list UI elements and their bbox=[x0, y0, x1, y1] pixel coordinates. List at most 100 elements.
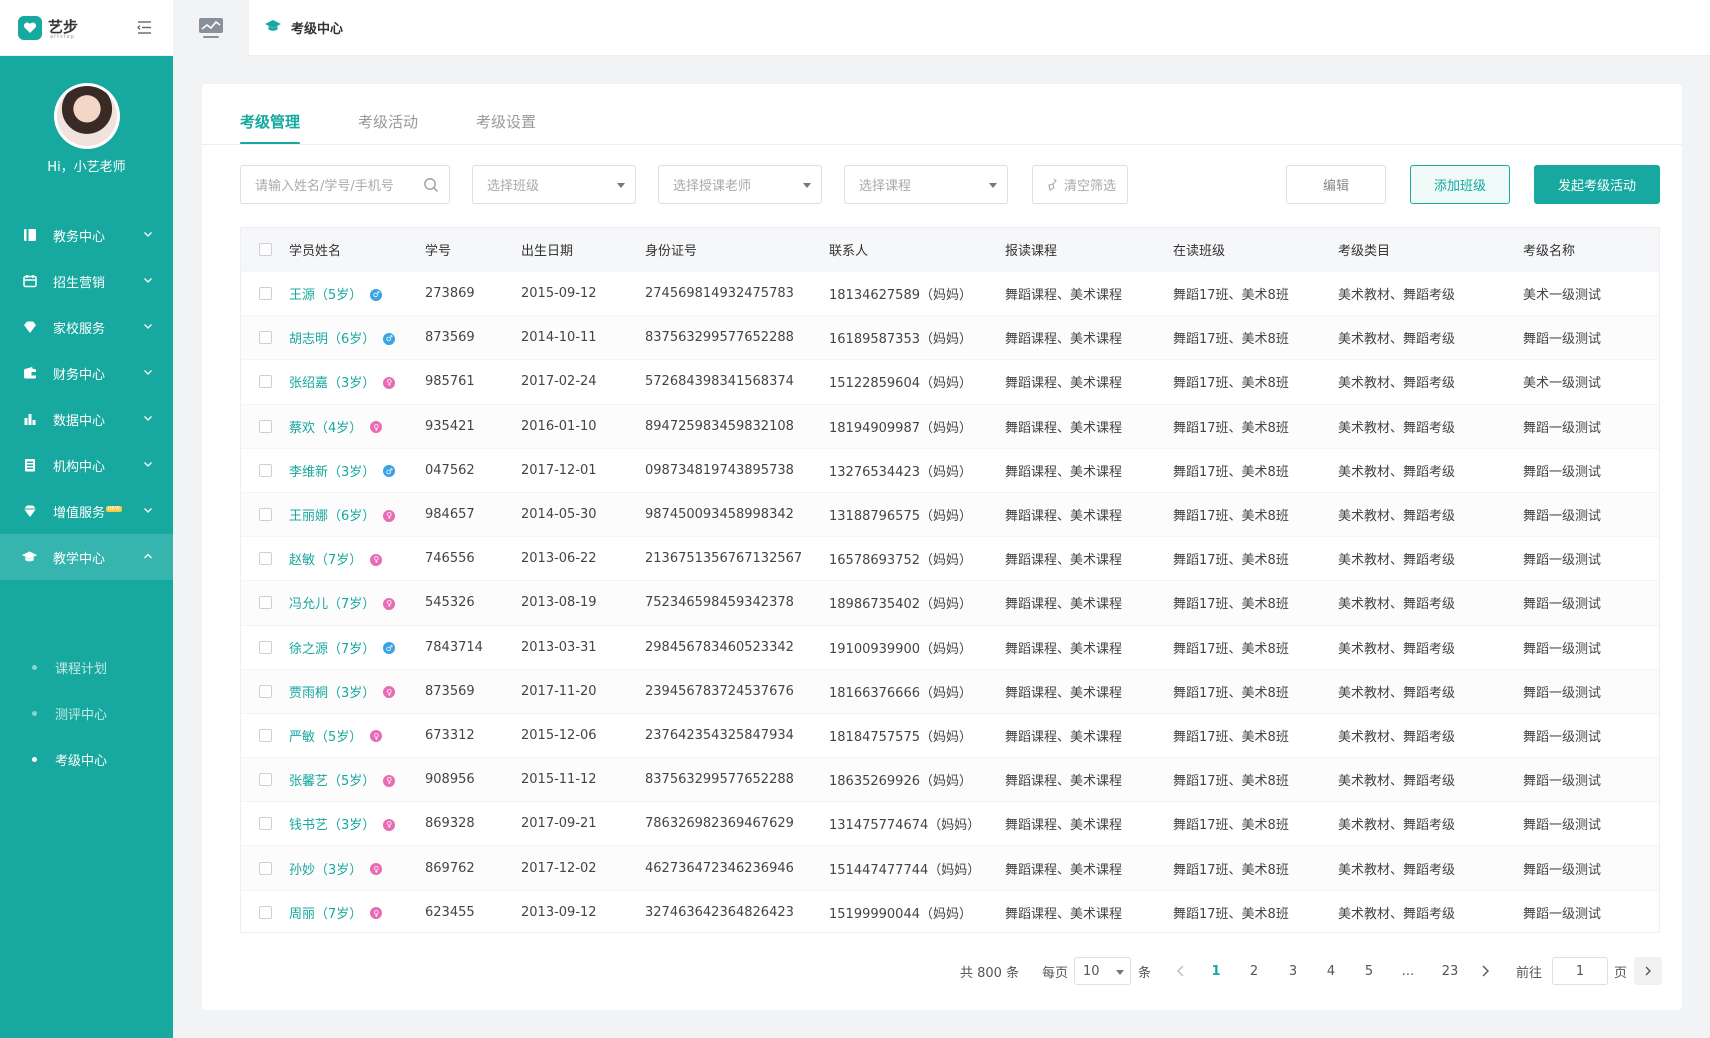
row-checkbox[interactable] bbox=[259, 861, 272, 875]
col-student-name-cell[interactable]: 胡志明（6岁） ♂ bbox=[289, 328, 396, 347]
page-number[interactable]: 4 bbox=[1319, 956, 1343, 986]
add-class-button[interactable]: 添加班级 bbox=[1410, 165, 1510, 204]
col-student-name-cell[interactable]: 周丽（7岁） ♀ bbox=[289, 903, 383, 922]
page-number[interactable]: 1 bbox=[1204, 956, 1228, 986]
table-row[interactable]: 周丽（7岁） ♀ 623455 2013-09-12 32746364236482642… bbox=[241, 889, 1659, 932]
sidebar-subitem-2[interactable]: 考级中心 bbox=[0, 736, 173, 782]
prev-page-icon[interactable] bbox=[1176, 964, 1186, 978]
row-checkbox[interactable] bbox=[259, 817, 272, 831]
col-student-name-cell[interactable]: 王丽娜（6岁） ♀ bbox=[289, 505, 396, 524]
student-name-link[interactable]: 王源（5岁） bbox=[289, 288, 362, 303]
sidebar-item-5[interactable]: 机构中心 bbox=[0, 442, 173, 488]
select-all-checkbox[interactable] bbox=[259, 243, 272, 256]
table-row[interactable]: 蔡欢（4岁） ♀ 935421 2016-01-10 89472598345983210… bbox=[241, 403, 1659, 448]
goto-button[interactable] bbox=[1634, 957, 1662, 985]
clear-filters-button[interactable]: 清空筛选 bbox=[1032, 165, 1128, 204]
next-page-icon[interactable] bbox=[1480, 964, 1490, 978]
table-row[interactable]: 贾雨桐（3岁） ♀ 873569 2017-11-20 2394567837245376… bbox=[241, 668, 1659, 713]
row-checkbox[interactable] bbox=[259, 552, 272, 566]
page-number[interactable]: 2 bbox=[1242, 956, 1266, 986]
edit-button[interactable]: 编辑 bbox=[1286, 165, 1386, 204]
sidebar-item-4[interactable]: 数据中心 bbox=[0, 396, 173, 442]
col-student-name-cell[interactable]: 赵敏（7岁） ♀ bbox=[289, 549, 383, 568]
start-exam-button[interactable]: 发起考级活动 bbox=[1534, 165, 1660, 204]
col-student-name-cell[interactable]: 贾雨桐（3岁） ♀ bbox=[289, 682, 396, 701]
menu-collapse-icon[interactable] bbox=[136, 19, 153, 36]
student-name-link[interactable]: 王丽娜（6岁） bbox=[289, 509, 375, 524]
student-name-link[interactable]: 严敏（5岁） bbox=[289, 730, 362, 745]
tab-exam-management[interactable]: 考级管理 bbox=[240, 111, 301, 145]
row-checkbox[interactable] bbox=[259, 728, 272, 742]
col-student-name-cell[interactable]: 张绍嘉（3岁） ♀ bbox=[289, 372, 396, 391]
student-name-link[interactable]: 赵敏（7岁） bbox=[289, 553, 362, 568]
col-student-name-cell[interactable]: 蔡欢（4岁） ♀ bbox=[289, 417, 383, 436]
table-row[interactable]: 王源（5岁） ♂ 273869 2015-09-12 27456981493247578… bbox=[241, 271, 1659, 315]
table-row[interactable]: 张馨艺（5岁） ♀ 908956 2015-11-12 8375632995776522… bbox=[241, 757, 1659, 802]
col-student-name-cell[interactable]: 严敏（5岁） ♀ bbox=[289, 726, 383, 745]
tab-exam-settings[interactable]: 考级设置 bbox=[476, 111, 536, 145]
search-input[interactable]: 请输入姓名/学号/手机号 bbox=[240, 165, 450, 204]
sidebar-item-3[interactable]: 财务中心 bbox=[0, 350, 173, 396]
student-name-link[interactable]: 徐之源（7岁） bbox=[289, 642, 375, 657]
table-row[interactable]: 李维新（3岁） ♂ 047562 2017-12-01 0987348197438957… bbox=[241, 447, 1659, 492]
row-checkbox[interactable] bbox=[259, 640, 272, 654]
row-checkbox[interactable] bbox=[259, 508, 272, 522]
page-number[interactable]: 23 bbox=[1435, 956, 1465, 986]
sidebar-item-2[interactable]: 家校服务 bbox=[0, 304, 173, 350]
sidebar-item-6[interactable]: 增值服务 NEW bbox=[0, 488, 173, 534]
student-name-link[interactable]: 冯允儿（7岁） bbox=[289, 597, 375, 612]
sidebar-subitem-1[interactable]: 测评中心 bbox=[0, 690, 173, 736]
col-student-name-cell[interactable]: 孙妙（3岁） ♀ bbox=[289, 859, 383, 878]
row-checkbox[interactable] bbox=[259, 331, 272, 345]
row-checkbox[interactable] bbox=[259, 375, 272, 389]
col-student-name-cell[interactable]: 徐之源（7岁） ♂ bbox=[289, 638, 396, 657]
row-checkbox[interactable] bbox=[259, 596, 272, 610]
table-row[interactable]: 徐之源（7岁） ♂ 7843714 2013-03-31 298456783460523… bbox=[241, 624, 1659, 669]
sidebar-item-1[interactable]: 招生营销 bbox=[0, 258, 173, 304]
student-name-link[interactable]: 孙妙（3岁） bbox=[289, 863, 362, 878]
col-student-name-cell[interactable]: 王源（5岁） ♂ bbox=[289, 284, 383, 303]
student-name-link[interactable]: 李维新（3岁） bbox=[289, 465, 375, 480]
col-student-name-cell[interactable]: 李维新（3岁） ♂ bbox=[289, 461, 396, 480]
chevron-down-icon bbox=[144, 462, 152, 467]
tab-exam-activity[interactable]: 考级活动 bbox=[358, 111, 418, 145]
table-row[interactable]: 胡志明（6岁） ♂ 873569 2014-10-11 8375632995776522… bbox=[241, 315, 1659, 360]
row-checkbox[interactable] bbox=[259, 684, 272, 698]
row-checkbox[interactable] bbox=[259, 773, 272, 787]
teacher-select[interactable]: 选择授课老师 bbox=[658, 165, 822, 204]
student-name-link[interactable]: 钱书艺（3岁） bbox=[289, 818, 375, 833]
sidebar-item-0[interactable]: 教务中心 bbox=[0, 212, 173, 258]
search-icon[interactable] bbox=[423, 177, 439, 193]
col-student-name-cell[interactable]: 钱书艺（3岁） ♀ bbox=[289, 814, 396, 833]
page-number[interactable]: 3 bbox=[1281, 956, 1305, 986]
row-checkbox[interactable] bbox=[259, 287, 272, 301]
row-checkbox[interactable] bbox=[259, 419, 272, 433]
table-row[interactable]: 孙妙（3岁） ♀ 869762 2017-12-02 46273647234623694… bbox=[241, 845, 1659, 890]
col-student-name-cell[interactable]: 冯允儿（7岁） ♀ bbox=[289, 593, 396, 612]
class-select[interactable]: 选择班级 bbox=[472, 165, 636, 204]
student-name-link[interactable]: 张馨艺（5岁） bbox=[289, 774, 375, 789]
sidebar-subitem-0[interactable]: 课程计划 bbox=[0, 644, 173, 690]
page-size-select[interactable]: 10 bbox=[1074, 957, 1131, 985]
student-name-link[interactable]: 张绍嘉（3岁） bbox=[289, 376, 375, 391]
row-checkbox[interactable] bbox=[259, 905, 272, 919]
sidebar-item-7[interactable]: 教学中心 bbox=[0, 534, 173, 580]
brand[interactable]: 艺步 artstep bbox=[0, 0, 173, 56]
course-select[interactable]: 选择课程 bbox=[844, 165, 1008, 204]
table-row[interactable]: 严敏（5岁） ♀ 673312 2015-12-06 23764235432584793… bbox=[241, 712, 1659, 757]
table-row[interactable]: 钱书艺（3岁） ♀ 869328 2017-09-21 7863269823694676… bbox=[241, 801, 1659, 845]
row-checkbox[interactable] bbox=[259, 463, 272, 477]
student-name-link[interactable]: 胡志明（6岁） bbox=[289, 332, 375, 347]
student-name-link[interactable]: 贾雨桐（3岁） bbox=[289, 686, 375, 701]
table-row[interactable]: 赵敏（7岁） ♀ 746556 2013-06-22 21367513567671325… bbox=[241, 536, 1659, 580]
avatar[interactable] bbox=[54, 83, 120, 149]
col-student-name-cell[interactable]: 张馨艺（5岁） ♀ bbox=[289, 770, 396, 789]
goto-page-input[interactable]: 1 bbox=[1552, 957, 1608, 985]
table-row[interactable]: 王丽娜（6岁） ♀ 984657 2014-05-30 9874500934589983… bbox=[241, 491, 1659, 537]
table-row[interactable]: 冯允儿（7岁） ♀ 545326 2013-08-19 7523465984593423… bbox=[241, 580, 1659, 625]
student-name-link[interactable]: 蔡欢（4岁） bbox=[289, 421, 362, 436]
page-number[interactable]: 5 bbox=[1357, 956, 1381, 986]
dashboard-tab[interactable] bbox=[173, 0, 249, 56]
student-name-link[interactable]: 周丽（7岁） bbox=[289, 907, 362, 922]
table-row[interactable]: 张绍嘉（3岁） ♀ 985761 2017-02-24 5726843983415683… bbox=[241, 359, 1659, 403]
